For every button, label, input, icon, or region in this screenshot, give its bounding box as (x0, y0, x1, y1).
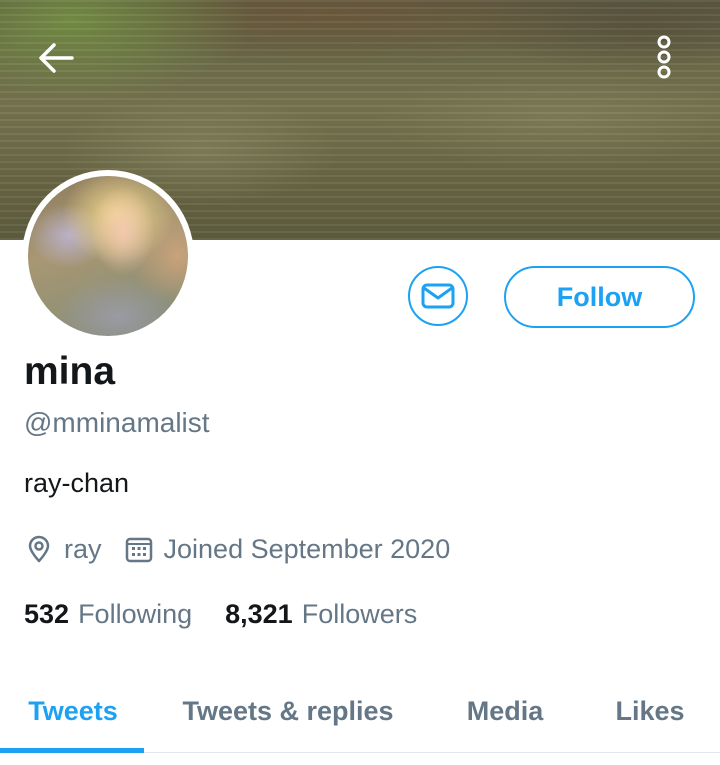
back-button[interactable] (34, 36, 78, 80)
tab-likes[interactable]: Likes (580, 672, 720, 750)
following-stat[interactable]: 532 Following (24, 599, 192, 630)
profile-meta: ray Joined September 2020 (24, 530, 450, 568)
avatar-image (28, 176, 188, 336)
arrow-left-icon (39, 43, 74, 73)
mail-icon (421, 283, 455, 309)
calendar-icon (124, 534, 154, 564)
more-options-button[interactable] (644, 32, 684, 82)
location-pin-icon (24, 534, 54, 564)
following-count: 532 (24, 598, 70, 629)
active-tab-indicator (0, 748, 144, 753)
followers-count: 8,321 (225, 598, 293, 629)
username-handle: @mminamalist (24, 407, 210, 438)
tab-media[interactable]: Media (430, 672, 580, 750)
more-vertical-icon (657, 35, 671, 79)
followers-label: Followers (301, 598, 418, 629)
tab-tweets[interactable]: Tweets (0, 672, 146, 750)
followers-stat[interactable]: 8,321 Followers (225, 599, 417, 630)
avatar[interactable] (22, 170, 194, 342)
location-text: ray (64, 533, 102, 564)
profile-tabs: Tweets Tweets & replies Media Likes (0, 672, 720, 753)
tab-tweets-and-replies[interactable]: Tweets & replies (146, 672, 430, 750)
bio-text: ray-chan (24, 468, 130, 498)
message-button[interactable] (408, 266, 468, 326)
follow-stats: 532 Following 8,321 Followers (24, 594, 417, 634)
display-name: mina (24, 350, 116, 393)
follow-button[interactable]: Follow (504, 266, 695, 328)
joined-date: Joined September 2020 (163, 533, 451, 564)
following-label: Following (78, 598, 193, 629)
